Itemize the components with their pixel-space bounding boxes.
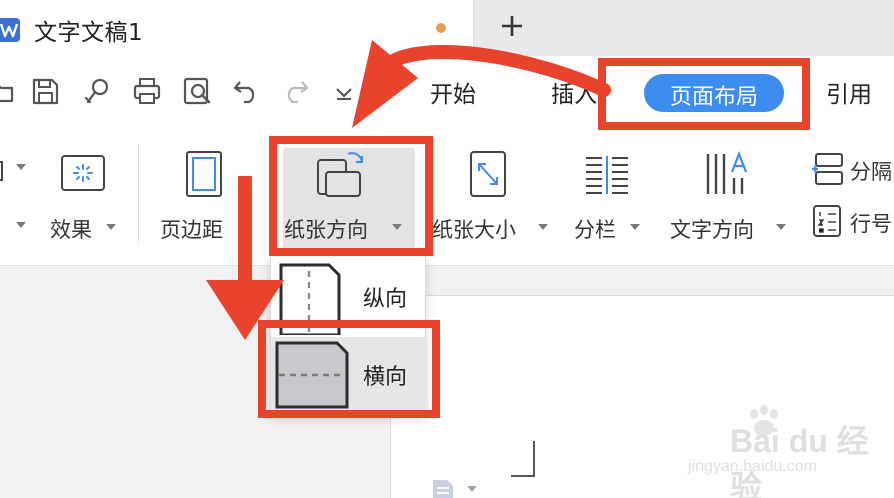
baidu-watermark: Bai du 经验 jingyan.baidu.com — [688, 404, 878, 498]
down-arrow-shaft — [238, 176, 252, 288]
watermark-brand: Bai du 经验 — [730, 423, 869, 498]
watermark-url: jingyan.baidu.com — [688, 458, 817, 475]
curved-arrow — [388, 44, 611, 97]
down-arrow-head — [206, 280, 284, 340]
